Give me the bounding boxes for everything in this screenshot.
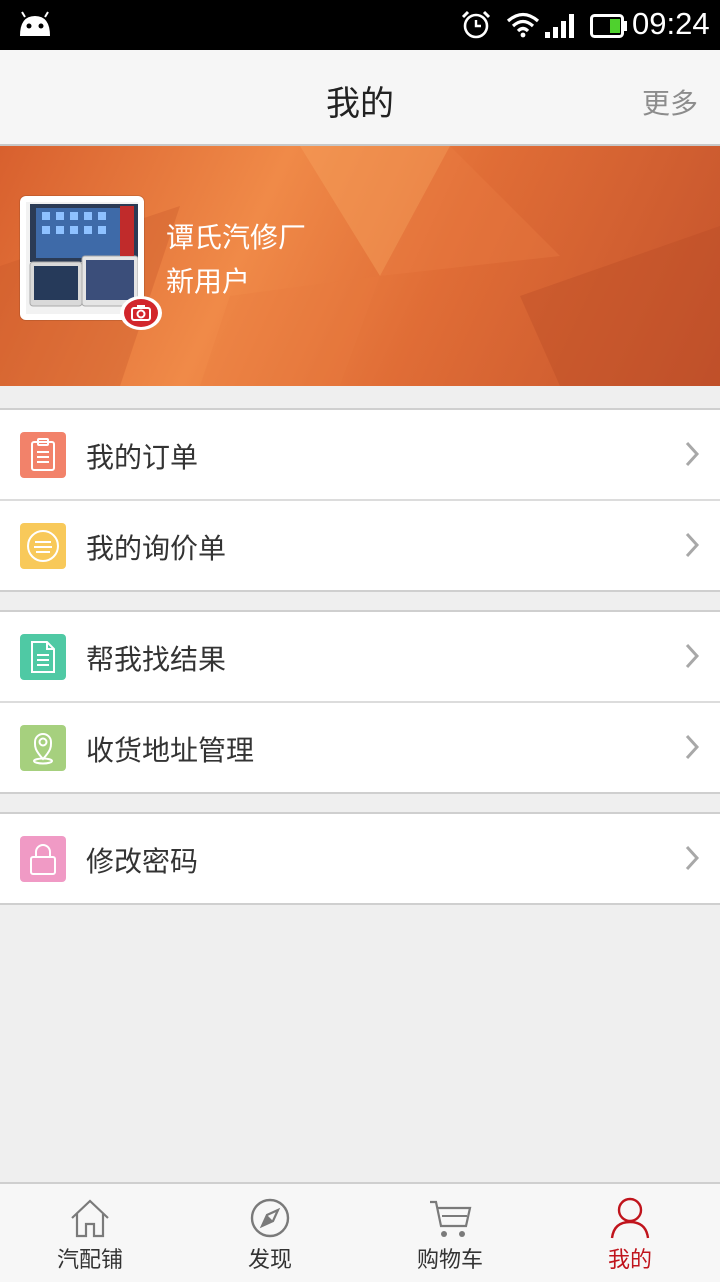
profile-user-type: 新用户: [166, 265, 251, 298]
chevron-right-icon: [685, 845, 700, 871]
tab-auto-parts-shop[interactable]: 汽配铺: [0, 1184, 180, 1282]
menu-item-address-management[interactable]: 收货地址管理: [0, 701, 720, 792]
menu-group-results: 帮我找结果 收货地址管理: [0, 610, 720, 794]
page-title: 我的: [326, 84, 394, 124]
tab-label: 我的: [607, 1248, 652, 1273]
camera-button[interactable]: [120, 296, 162, 330]
menu-item-label: 我的订单: [86, 441, 199, 474]
bottom-tab-bar: 汽配铺 发现 购物车 我的: [0, 1182, 720, 1282]
android-icon: [20, 11, 50, 36]
menu-group-security: 修改密码: [0, 812, 720, 905]
tab-label: 发现: [247, 1248, 292, 1273]
menu-item-label: 我的询价单: [86, 532, 227, 565]
chevron-right-icon: [685, 441, 700, 467]
user-icon: [610, 1197, 650, 1239]
menu-item-my-orders[interactable]: 我的订单: [0, 410, 720, 499]
document-icon: [20, 634, 66, 680]
tab-label: 购物车: [416, 1248, 483, 1273]
camera-icon: [124, 299, 158, 327]
lock-icon: [20, 836, 66, 882]
compass-icon: [250, 1198, 290, 1238]
chevron-right-icon: [685, 532, 700, 558]
title-bar: 我的 更多: [0, 50, 720, 146]
profile-name: 谭氏汽修厂: [166, 221, 307, 254]
tab-discover[interactable]: 发现: [180, 1184, 360, 1282]
more-button[interactable]: 更多: [642, 82, 698, 122]
tab-mine[interactable]: 我的: [540, 1184, 720, 1282]
profile-banner: 谭氏汽修厂 新用户: [0, 146, 720, 386]
menu-group-orders: 我的订单 我的询价单: [0, 408, 720, 592]
menu-item-change-password[interactable]: 修改密码: [0, 814, 720, 903]
location-pin-icon: [20, 725, 66, 771]
tab-shopping-cart[interactable]: 购物车: [360, 1184, 540, 1282]
menu-item-my-inquiries[interactable]: 我的询价单: [0, 499, 720, 590]
home-icon: [71, 1199, 109, 1238]
tab-label: 汽配铺: [56, 1248, 123, 1273]
alarm-icon: [461, 10, 491, 39]
clipboard-icon: [20, 432, 66, 478]
avatar-image: [26, 202, 138, 314]
menu-item-label: 帮我找结果: [86, 643, 227, 676]
status-time: 09:24: [632, 6, 710, 41]
signal-icon: [545, 14, 574, 38]
chevron-right-icon: [685, 643, 700, 669]
battery-icon: [590, 14, 627, 38]
menu-item-label: 修改密码: [86, 845, 199, 878]
cart-icon: [430, 1200, 472, 1237]
wifi-icon: [506, 12, 540, 38]
menu-item-find-results[interactable]: 帮我找结果: [0, 612, 720, 701]
status-bar: 09:24: [0, 0, 720, 50]
chevron-right-icon: [685, 734, 700, 760]
menu-item-label: 收货地址管理: [86, 734, 255, 767]
list-circle-icon: [20, 523, 66, 569]
